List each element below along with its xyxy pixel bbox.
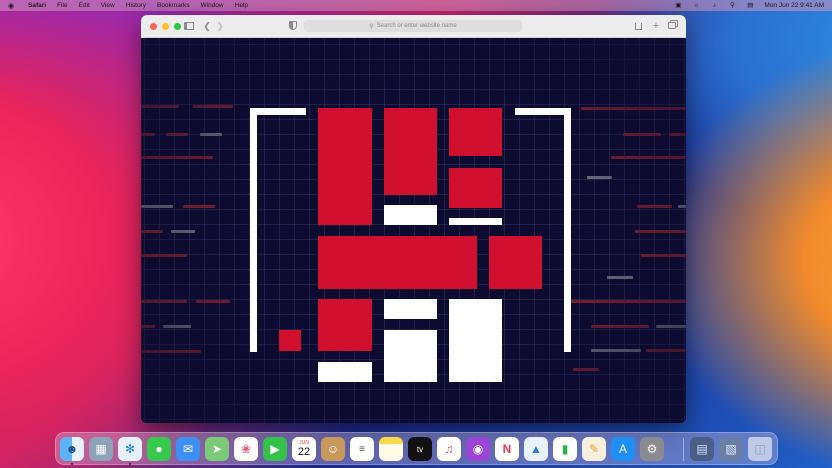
status-area: ▣ ☼ ♪ ⚲ ▤ Mon Jun 22 9:41 AM <box>674 2 824 9</box>
apple-menu-icon[interactable]: ◉ <box>8 2 16 10</box>
menu-history[interactable]: History <box>126 2 146 9</box>
logo-block <box>318 299 372 351</box>
spotlight-search-icon[interactable]: ⚲ <box>728 2 736 9</box>
minimize-button[interactable] <box>162 22 169 30</box>
menu-safari[interactable]: Safari <box>28 2 46 9</box>
system-preferences-icon[interactable]: ⚙ <box>640 437 664 461</box>
app-store-icon[interactable]: A <box>611 437 635 461</box>
menu-bar: ◉ Safari File Edit View History Bookmark… <box>0 0 832 11</box>
tab-overview-icon[interactable] <box>666 20 678 32</box>
keynote-icon[interactable]: ▲ <box>524 437 548 461</box>
music-icon[interactable]: ♫ <box>437 437 461 461</box>
right-bracket-side <box>564 108 571 352</box>
menu-file[interactable]: File <box>57 2 67 9</box>
logo-block <box>449 168 502 208</box>
safari-window: ❮ ❯ ⚲ Search or enter website name + <box>141 15 686 423</box>
logo-block <box>449 299 502 382</box>
tv-icon[interactable]: tv <box>408 437 432 461</box>
wifi-icon[interactable]: ☼ <box>692 2 700 9</box>
tv-label: tv <box>416 444 424 454</box>
menu-help[interactable]: Help <box>235 2 248 9</box>
logo-block <box>318 108 372 225</box>
web-content <box>141 38 686 423</box>
maps-icon[interactable]: ➤ <box>205 437 229 461</box>
podcasts-icon[interactable]: ◉ <box>466 437 490 461</box>
trash-icon[interactable]: ◫ <box>748 437 772 461</box>
logo-block <box>489 236 542 289</box>
logo-block <box>279 330 301 351</box>
search-icon: ⚲ <box>369 23 374 30</box>
menu-clock[interactable]: Mon Jun 22 9:41 AM <box>764 2 824 9</box>
pages-icon[interactable]: ✎ <box>582 437 606 461</box>
address-bar[interactable]: ⚲ Search or enter website name <box>304 20 522 32</box>
running-indicator <box>71 462 73 465</box>
logo-block <box>384 299 437 319</box>
reminders-icon[interactable]: ≡ <box>350 437 374 461</box>
window-controls <box>150 22 181 30</box>
right-bracket-top <box>515 108 571 115</box>
menu-window[interactable]: Window <box>201 2 224 9</box>
logo-block <box>318 236 477 289</box>
contacts-icon[interactable]: ☺ <box>321 437 345 461</box>
menu-edit[interactable]: Edit <box>79 2 90 9</box>
toolbar: ❮ ❯ ⚲ Search or enter website name + <box>141 15 686 38</box>
logo-block <box>449 218 502 225</box>
zoom-button[interactable] <box>174 22 181 30</box>
photos-icon[interactable]: ❀ <box>234 437 258 461</box>
downloads-stack-icon[interactable]: ▤ <box>690 437 714 461</box>
dock-separator <box>683 438 684 461</box>
facetime-icon[interactable]: ▶ <box>263 437 287 461</box>
close-button[interactable] <box>150 22 157 30</box>
safari-icon[interactable]: ✻ <box>118 437 142 461</box>
dock: ☻ ▦ ✻ ● ✉ ➤ ❀ ▶ JUN 22 ☺ ≡ tv ♫ ◉ N ▲ ▮ … <box>55 432 778 465</box>
left-bracket-side <box>250 108 257 352</box>
news-icon[interactable]: N <box>495 437 519 461</box>
privacy-report-icon[interactable] <box>287 20 299 32</box>
sidebar-toggle-icon[interactable] <box>183 20 195 32</box>
launchpad-icon[interactable]: ▦ <box>89 437 113 461</box>
running-indicator <box>129 462 131 465</box>
display-icon[interactable]: ▣ <box>674 2 682 9</box>
calendar-icon[interactable]: JUN 22 <box>292 437 316 461</box>
new-tab-icon[interactable]: + <box>650 20 662 32</box>
logo-block <box>384 108 437 195</box>
volume-icon[interactable]: ♪ <box>710 2 718 9</box>
back-arrow-icon[interactable]: ❮ <box>201 20 213 32</box>
share-icon[interactable] <box>632 20 644 32</box>
mail-icon[interactable]: ✉ <box>176 437 200 461</box>
menu-bookmarks[interactable]: Bookmarks <box>157 2 190 9</box>
address-placeholder: Search or enter website name <box>376 23 457 29</box>
documents-stack-icon[interactable]: ▧ <box>719 437 743 461</box>
control-center-icon[interactable]: ▤ <box>746 2 754 9</box>
left-bracket-top <box>250 108 306 115</box>
logo-block <box>384 330 437 382</box>
logo-block <box>318 362 372 382</box>
calendar-day: 22 <box>297 446 311 458</box>
numbers-icon[interactable]: ▮ <box>553 437 577 461</box>
logo-block <box>384 205 437 225</box>
finder-icon[interactable]: ☻ <box>60 437 84 461</box>
logo-block <box>449 108 502 156</box>
forward-arrow-icon[interactable]: ❯ <box>214 20 226 32</box>
app-menu: Safari File Edit View History Bookmarks … <box>28 2 248 9</box>
notes-icon[interactable] <box>379 437 403 461</box>
messages-icon[interactable]: ● <box>147 437 171 461</box>
menu-view[interactable]: View <box>101 2 115 9</box>
